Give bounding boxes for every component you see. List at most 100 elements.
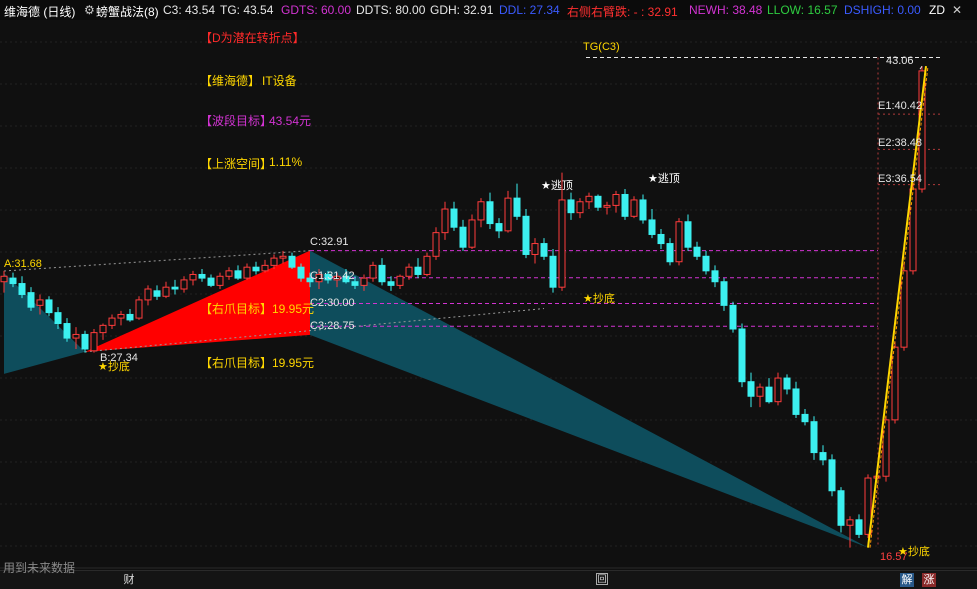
candle-body xyxy=(45,299,53,314)
signal-top-1: ★逃顶 xyxy=(541,180,573,192)
stock-name[interactable]: 维海德 (日线) xyxy=(4,3,75,20)
candle-body xyxy=(504,197,512,232)
candle-body xyxy=(144,288,152,301)
candle-body xyxy=(54,312,62,325)
candle-body xyxy=(153,290,161,297)
candle-body xyxy=(513,197,521,217)
candle-body xyxy=(198,273,206,279)
candle-body xyxy=(180,279,188,290)
indicator-settings-icon[interactable]: ⚙ xyxy=(84,3,95,17)
candle-body xyxy=(423,255,431,275)
label-a: A:31.68 xyxy=(4,258,42,270)
close-icon[interactable]: ✕ xyxy=(952,3,962,17)
label-e2: E2:38.48 xyxy=(878,137,923,149)
wave-target-label: 【波段目标】 xyxy=(200,114,273,128)
candle-body xyxy=(72,333,80,339)
candle-body xyxy=(81,333,89,350)
candle-body xyxy=(783,377,791,390)
indicator-ddl: DDL: 27.34 xyxy=(499,3,560,17)
candle-body xyxy=(675,221,683,263)
candle-body xyxy=(531,243,539,255)
candle-body xyxy=(288,255,296,268)
candle-body xyxy=(738,328,746,383)
kline-chart[interactable]: 【D为潜在转折点】 【维海德】 IT设备 【波段目标】 43.54元 【上涨空间… xyxy=(0,20,977,570)
candle-body xyxy=(441,208,449,234)
review-button[interactable]: 回 xyxy=(596,573,608,585)
candle-body xyxy=(810,421,818,454)
chart-canvas[interactable] xyxy=(0,20,977,570)
claw-target-1: 【右爪目标】19.95元 xyxy=(200,302,315,316)
candle-body xyxy=(765,386,773,403)
upside-value: 1.11% xyxy=(269,155,303,169)
candle-body xyxy=(585,195,593,203)
indicator-tg: TG: 43.54 xyxy=(220,3,274,17)
candle-body xyxy=(468,219,476,248)
label-e3: E3:36.54 xyxy=(878,173,923,185)
candle-body xyxy=(711,270,719,283)
label-e1: E1:40.42 xyxy=(878,100,923,112)
wave-target-value: 43.54元 xyxy=(269,114,312,128)
stock-note-label: 【维海德】 xyxy=(200,74,261,88)
candle-body xyxy=(99,324,107,334)
candle-body xyxy=(216,275,224,286)
candle-body xyxy=(603,204,611,208)
candle-body xyxy=(162,286,170,297)
explain-button[interactable]: 解 xyxy=(900,573,914,587)
finance-button[interactable]: 财 xyxy=(122,573,136,587)
candle-body xyxy=(540,243,548,257)
rise-button[interactable]: 涨 xyxy=(922,573,936,587)
bottom-bar: 用到未来数据 财 回 解 涨 xyxy=(0,561,977,589)
candle-body xyxy=(684,221,692,248)
candle-body xyxy=(297,266,305,279)
zd-button[interactable]: ZD xyxy=(929,3,945,17)
candle-body xyxy=(90,332,98,352)
candle-body xyxy=(630,199,638,217)
upside-label: 【上涨空间】 xyxy=(200,157,273,171)
candle-body xyxy=(432,232,440,257)
candle-body xyxy=(351,281,359,286)
indicator-gdh: GDH: 32.91 xyxy=(430,3,494,17)
candle-body xyxy=(747,381,755,397)
level-lines xyxy=(3,56,942,548)
candle-body xyxy=(558,199,566,288)
candle-body xyxy=(702,255,710,272)
candle-body xyxy=(405,266,413,277)
future-data-note: 用到未来数据 xyxy=(3,561,76,575)
candle-body xyxy=(414,266,422,275)
candle-body xyxy=(0,275,8,283)
candle-body xyxy=(27,292,35,308)
candle-body xyxy=(243,266,251,279)
candle-body xyxy=(576,201,584,214)
candle-body xyxy=(612,193,620,206)
label-c1: C1:31.42 xyxy=(310,270,355,282)
candle-body xyxy=(837,490,845,526)
candle-body xyxy=(396,275,404,286)
label-c2: C2:30.00 xyxy=(310,297,355,309)
candle-body xyxy=(360,277,368,286)
candle-body xyxy=(756,386,764,397)
candle-body xyxy=(18,283,26,295)
label-tg-c3: TG(C3) xyxy=(583,41,620,53)
candle-body xyxy=(252,266,260,272)
indicator-right-arm: 右侧右臂跌: - : 32.91 xyxy=(567,5,678,19)
candle-body xyxy=(855,519,863,535)
label-high: 43.06 xyxy=(886,55,914,67)
candle-body xyxy=(666,243,674,263)
candle-body xyxy=(387,281,395,286)
candle-body xyxy=(720,281,728,306)
candle-body xyxy=(522,215,530,255)
indicator-name[interactable]: 螃蟹战法(8) xyxy=(96,3,159,20)
candle-body xyxy=(63,323,71,339)
candle-body xyxy=(639,199,647,221)
candle-body xyxy=(135,299,143,319)
candle-body xyxy=(189,273,197,281)
candle-body xyxy=(801,413,809,423)
crab-left-claw xyxy=(4,273,85,374)
candle-body xyxy=(450,208,458,228)
candle-body xyxy=(270,257,278,266)
candle-body xyxy=(36,299,44,306)
candle-body xyxy=(648,219,656,235)
candle-body xyxy=(126,313,134,321)
candle-body xyxy=(225,270,233,277)
candle-body xyxy=(9,277,17,285)
